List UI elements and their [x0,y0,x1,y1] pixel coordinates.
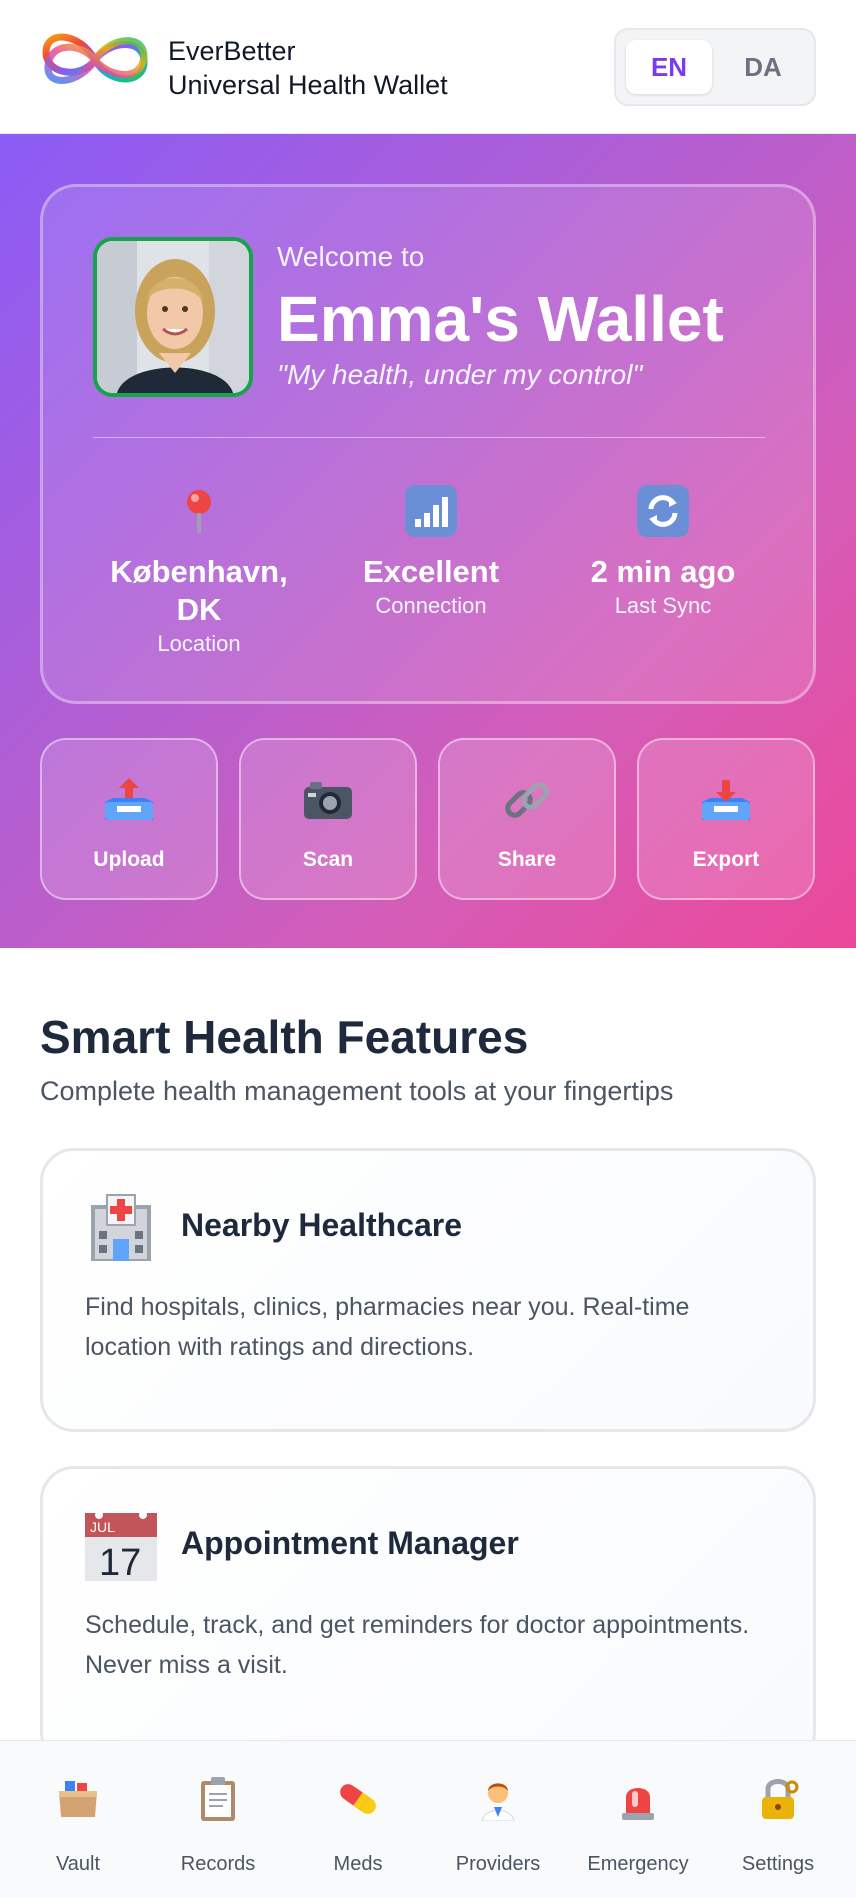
siren-icon [568,1775,708,1823]
quick-actions: Upload Scan Share Export [40,738,816,900]
sync-icon [563,483,763,539]
nav-label: Vault [55,1853,101,1875]
calendar-icon: JUL 17 [85,1511,157,1581]
brand-name: EverBetter [168,36,296,66]
everbetter-logo-icon [42,33,148,84]
stat-value: København, DK [110,554,288,627]
pill-icon [288,1775,428,1823]
welcome-label: Welcome to [277,241,425,272]
feature-card-nearby-healthcare[interactable]: Nearby Healthcare Find hospitals, clinic… [40,1148,816,1432]
action-label: Upload [93,848,165,871]
upload-tray-icon [42,772,216,828]
wallet-tagline: "My health, under my control" [277,359,643,390]
lang-en-button[interactable]: EN [626,40,712,94]
doctor-icon [428,1775,568,1823]
welcome-card: Welcome to Emma's Wallet "My health, und… [40,184,816,704]
feature-card-appointment-manager[interactable]: JUL 17 Appointment Manager Schedule, tra… [40,1466,816,1766]
action-label: Export [692,848,760,871]
features-subtitle: Complete health management tools at your… [40,1076,674,1106]
nav-label: Settings [741,1853,815,1875]
stat-location: København, DK Location [99,483,299,659]
nav-label: Providers [455,1853,541,1875]
nav-item-settings[interactable]: Settings [708,1741,848,1898]
features-title: Smart Health Features [40,1011,529,1063]
scan-button[interactable]: Scan [239,738,417,900]
feature-description: Find hospitals, clinics, pharmacies near… [85,1293,690,1361]
feature-title: Appointment Manager [181,1525,519,1561]
hospital-icon [91,1194,151,1261]
signal-icon [331,483,531,539]
avatar[interactable] [93,237,253,397]
upload-button[interactable]: Upload [40,738,218,900]
export-tray-icon [639,772,813,828]
nav-item-emergency[interactable]: Emergency [568,1741,708,1898]
feature-description: Schedule, track, and get reminders for d… [85,1611,750,1679]
stat-label: Location [157,631,241,656]
action-label: Scan [302,848,354,871]
stat-label: Connection [375,593,487,618]
svg-text:17: 17 [99,1542,141,1581]
stat-value: Excellent [362,554,500,589]
app-header: EverBetter Universal Health Wallet EN DA [0,0,856,134]
pin-icon [99,483,299,539]
stat-value: 2 min ago [590,554,736,589]
lang-da-button[interactable]: DA [720,40,806,94]
wallet-title: Emma's Wallet [277,283,724,355]
language-toggle: EN DA [614,28,816,106]
nav-label: Records [180,1853,256,1875]
bottom-navigation: Vault Records Meds Providers Emergency S… [0,1740,856,1898]
nav-item-providers[interactable]: Providers [428,1741,568,1898]
vault-box-icon [8,1775,148,1823]
nav-item-records[interactable]: Records [148,1741,288,1898]
brand-subtitle: Universal Health Wallet [168,70,448,100]
hero-section: Welcome to Emma's Wallet "My health, und… [0,134,856,948]
lock-icon [708,1775,848,1823]
nav-label: Emergency [587,1853,689,1875]
feature-title: Nearby Healthcare [181,1207,463,1243]
nav-item-vault[interactable]: Vault [8,1741,148,1898]
svg-text:JUL: JUL [90,1519,115,1535]
stat-label: Last Sync [614,593,712,618]
card-divider [93,437,765,438]
user-photo-icon [97,241,249,393]
action-label: Share [497,848,557,871]
share-button[interactable]: Share [438,738,616,900]
camera-icon [241,772,415,828]
export-button[interactable]: Export [637,738,815,900]
link-icon [440,772,614,828]
clipboard-icon [148,1775,288,1823]
stat-connection: Excellent Connection [331,483,531,621]
nav-label: Meds [333,1853,383,1875]
stat-last-sync: 2 min ago Last Sync [563,483,763,621]
nav-item-meds[interactable]: Meds [288,1741,428,1898]
